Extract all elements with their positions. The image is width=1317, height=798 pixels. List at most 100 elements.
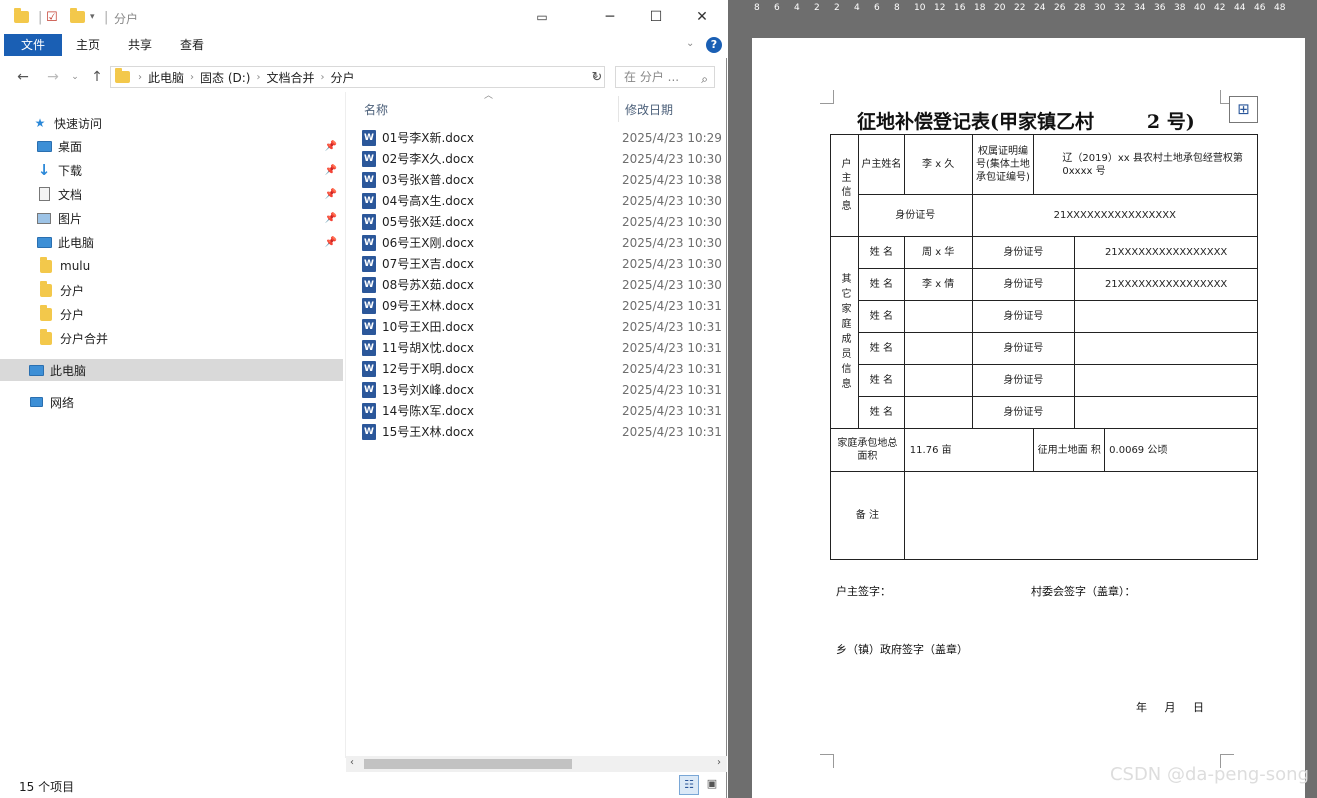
computer-icon [36,235,52,249]
nav-label: 网络 [50,395,75,410]
breadcrumb-drive-d[interactable]: 固态 (D:) [200,69,250,86]
help-icon[interactable]: ? [706,37,722,53]
folder-icon [38,304,54,321]
file-row[interactable]: W 01号李X新.docx 2025/4/23 10:29 [362,127,727,148]
tab-view[interactable]: 查看 [166,34,218,56]
customize-quick-access-icon[interactable]: ▾ [90,8,95,26]
member-id-value [1074,300,1258,333]
address-bar[interactable]: › 此电脑 › 固态 (D:) › 文档合并 › 分户 ⌄ [110,66,605,88]
sign-gov: 乡（镇）政府签字（盖章） [836,643,968,656]
forward-button[interactable]: → [42,66,64,88]
ruler-tick-label: 2 [814,3,820,13]
scrollbar-thumb[interactable] [364,759,572,769]
breadcrumb-fenhu[interactable]: 分户 [331,69,355,86]
file-name: 10号王X田.docx [382,320,474,334]
file-row[interactable]: W 09号王X林.docx 2025/4/23 10:31 [362,295,727,316]
nav-quick-access[interactable]: ★ 快速访问 [0,112,343,134]
horizontal-ruler[interactable]: 8 6 4 2 2 4 6 8 10 12 16 18 20 22 24 26 28 30 32 34 36 38 40 42… [736,0,1317,18]
ruler-tick-label: 8 [894,3,900,13]
nav-folder-fenhu-2[interactable]: 分户 [0,303,343,325]
large-icons-view-icon[interactable]: ▣ [702,775,722,795]
nav-downloads[interactable]: ↓ 下载 📌 [0,159,343,181]
file-row[interactable]: W 13号刘X峰.docx 2025/4/23 10:31 [362,379,727,400]
refresh-icon[interactable]: ↻ [586,66,608,88]
word-doc-icon: W [362,234,376,251]
new-folder-icon[interactable] [70,8,85,26]
table-layout-options-icon[interactable]: ⊞ [1229,96,1258,123]
breadcrumb-this-pc[interactable]: 此电脑 [148,69,184,86]
ruler-tick-label: 36 [1154,3,1166,13]
file-row[interactable]: W 03号张X普.docx 2025/4/23 10:38 [362,169,727,190]
expand-ribbon-icon[interactable]: ⌄ [686,38,694,49]
scroll-left-icon[interactable]: ‹ [350,757,354,768]
search-input[interactable]: 在 分户 ... ⌕ [615,66,715,88]
column-header-name[interactable]: 名称 [364,101,388,118]
tablet-icon[interactable]: ▭ [522,4,562,30]
file-row[interactable]: W 04号高X生.docx 2025/4/23 10:30 [362,190,727,211]
minimize-button[interactable]: ─ [590,4,630,30]
file-row[interactable]: W 12号于X明.docx 2025/4/23 10:31 [362,358,727,379]
tab-file[interactable]: 文件 [4,34,62,56]
nav-folder-mulu[interactable]: mulu [0,255,343,277]
file-row[interactable]: W 15号王X林.docx 2025/4/23 10:31 [362,421,727,442]
word-doc-icon: W [362,129,376,146]
member-name-label: 姓 名 [857,236,905,269]
tab-home[interactable]: 主页 [62,34,114,56]
folder-icon [115,68,130,83]
word-doc-icon: W [362,318,376,335]
file-name: 13号刘X峰.docx [382,383,474,397]
ruler-tick-label: 20 [994,3,1006,13]
file-row[interactable]: W 11号胡X忱.docx 2025/4/23 10:31 [362,337,727,358]
file-row[interactable]: W 06号王X刚.docx 2025/4/23 10:30 [362,232,727,253]
maximize-button[interactable]: ☐ [636,4,676,30]
chevron-right-icon: › [138,71,142,83]
word-doc-icon: W [362,255,376,272]
nav-folder-fenhu-merge[interactable]: 分户合并 [0,327,343,349]
member-name-value [903,364,973,397]
cert-label: 权属证明编号(集体土地承包证编号) [971,134,1035,195]
network-icon [28,395,44,409]
file-name: 11号胡X忱.docx [382,341,474,355]
column-header-modified[interactable]: 修改日期 [625,101,673,118]
nav-network[interactable]: 网络 [0,391,343,413]
close-button[interactable]: ✕ [682,4,722,30]
document-icon [36,187,52,201]
word-doc-icon: W [362,276,376,293]
column-divider[interactable] [618,96,619,122]
nav-desktop[interactable]: 桌面 📌 [0,135,343,157]
ruler-tick-label: 44 [1234,3,1246,13]
file-row[interactable]: W 10号王X田.docx 2025/4/23 10:31 [362,316,727,337]
computer-icon [28,363,44,377]
up-button[interactable]: ↑ [86,66,108,88]
member-id-value: 21XXXXXXXXXXXXXXXX [1074,268,1258,301]
nav-this-pc[interactable]: 此电脑 [0,359,343,381]
land-area-value: 0.0069 公顷 [1104,428,1258,472]
horizontal-scrollbar[interactable]: ‹ › [346,756,727,772]
file-row[interactable]: W 08号苏X茹.docx 2025/4/23 10:30 [362,274,727,295]
details-view-icon[interactable]: ☷ [679,775,699,795]
word-doc-icon: W [362,150,376,167]
file-row[interactable]: W 05号张X廷.docx 2025/4/23 10:30 [362,211,727,232]
nav-documents[interactable]: 文档 📌 [0,183,343,205]
document-page[interactable]: ⊞ 征地补偿登记表(甲家镇乙村 2 号) 户主信息 户主姓名 李 x 久 权属证… [752,38,1305,798]
file-row[interactable]: W 02号李X久.docx 2025/4/23 10:30 [362,148,727,169]
word-doc-icon: W [362,297,376,314]
file-explorer-window: | ☑ ▾ | 分户 ▭ ─ ☐ ✕ 文件 主页 共享 查看 ⌄ ? ← → ⌄… [0,0,727,798]
member-name-label: 姓 名 [857,396,905,429]
file-name: 05号张X廷.docx [382,215,474,229]
file-row[interactable]: W 07号王X吉.docx 2025/4/23 10:30 [362,253,727,274]
nav-folder-fenhu[interactable]: 分户 [0,279,343,301]
recent-locations-icon[interactable]: ⌄ [64,66,86,88]
nav-label: 分户合并 [60,331,109,346]
member-id-value: 21XXXXXXXXXXXXXXXX [1074,236,1258,269]
scroll-right-icon[interactable]: › [717,757,721,768]
properties-icon[interactable]: ☑ [46,8,58,26]
tab-share[interactable]: 共享 [114,34,166,56]
nav-pictures[interactable]: 图片 📌 [0,207,343,229]
file-row[interactable]: W 14号陈X军.docx 2025/4/23 10:31 [362,400,727,421]
breadcrumb-merge[interactable]: 文档合并 [266,69,314,86]
nav-label: 分户 [60,307,85,322]
ribbon-tabs: 文件 主页 共享 查看 ⌄ ? [0,34,727,58]
back-button[interactable]: ← [12,66,34,88]
nav-this-pc-pinned[interactable]: 此电脑 📌 [0,231,343,253]
